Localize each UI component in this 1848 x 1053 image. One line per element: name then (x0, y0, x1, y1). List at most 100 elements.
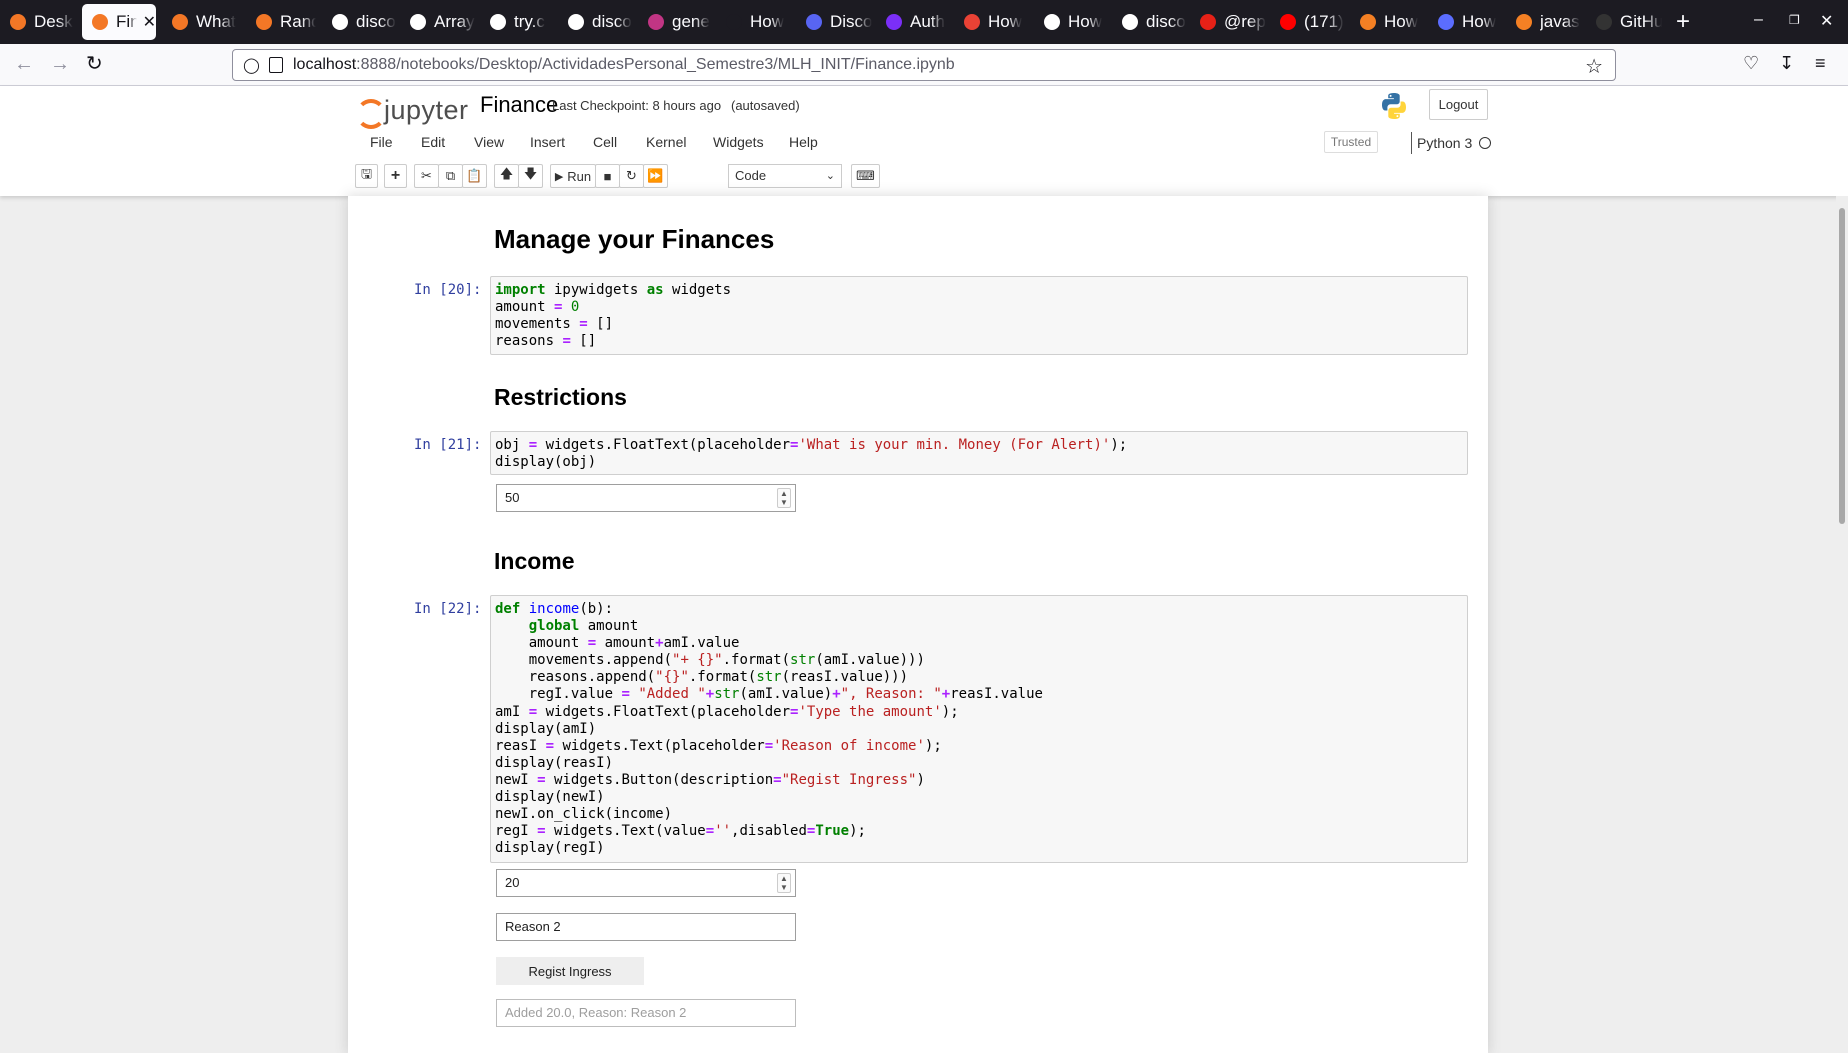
trusted-badge[interactable]: Trusted (1324, 131, 1378, 153)
tab-favicon-icon (332, 14, 348, 30)
stepper-icon[interactable]: ▲ ▼ (777, 488, 791, 508)
browser-tab[interactable]: How (716, 4, 792, 40)
cell-prompt: In [20]: (414, 282, 482, 298)
menu-help[interactable]: Help (789, 134, 818, 150)
keyboard-icon[interactable]: ⌨ (851, 164, 880, 188)
reason-value: Reason 2 (505, 919, 561, 934)
tab-title: Fin (116, 12, 137, 31)
tab-favicon-icon (726, 14, 742, 30)
jupyter-logo-text: jupyter (384, 94, 469, 125)
minimize-icon[interactable]: – (1754, 11, 1763, 29)
restart-icon[interactable]: ↻ (619, 164, 644, 188)
menu-bar: File Edit View Insert Cell Kernel Widget… (354, 128, 1494, 158)
jupyter-logo[interactable]: jupyter (356, 92, 469, 129)
tab-title: How (1384, 12, 1419, 31)
menu-insert[interactable]: Insert (530, 134, 565, 150)
tab-favicon-icon (1200, 14, 1216, 30)
copy-icon[interactable]: ⧉ (438, 164, 463, 188)
tab-title: Array (434, 12, 475, 31)
downloads-icon[interactable]: ↧ (1779, 53, 1794, 74)
run-button[interactable]: ▶ Run (550, 164, 596, 188)
pocket-icon[interactable]: ♡ (1743, 53, 1759, 74)
stepper-icon[interactable]: ▲ ▼ (777, 873, 791, 893)
min-money-input[interactable]: 50 ▲ ▼ (496, 484, 796, 512)
code-cell-imports[interactable]: import ipywidgets as widgets amount = 0 … (490, 276, 1468, 355)
browser-tab[interactable]: disco (558, 4, 634, 40)
shield-icon[interactable]: ◯ (243, 56, 260, 74)
tab-title: try.c (514, 12, 545, 31)
tab-title: javas (1540, 12, 1580, 31)
close-window-icon[interactable]: ✕ (1820, 11, 1833, 31)
tab-favicon-icon (10, 14, 26, 30)
move-up-icon[interactable]: 🡅 (494, 164, 519, 188)
menu-kernel[interactable]: Kernel (646, 134, 686, 150)
tab-title: Disco (830, 12, 872, 31)
kernel-name[interactable]: Python 3 (1417, 135, 1472, 151)
scrollbar-thumb[interactable] (1839, 208, 1845, 524)
browser-tab[interactable]: How (1350, 4, 1424, 40)
browser-tab[interactable]: What (162, 4, 238, 40)
browser-tab[interactable]: (171) (1270, 4, 1346, 40)
tab-title: disco (592, 12, 632, 31)
browser-tab[interactable]: disco (322, 4, 396, 40)
forward-icon[interactable]: → (50, 52, 70, 76)
restore-icon[interactable]: ❐ (1789, 13, 1800, 27)
regist-ingress-button[interactable]: Regist Ingress (496, 957, 644, 985)
bookmark-star-icon[interactable]: ☆ (1585, 54, 1603, 79)
tab-title: disco (1146, 12, 1186, 31)
tab-favicon-icon (1122, 14, 1138, 30)
notebook-name[interactable]: Finance (480, 92, 558, 118)
browser-tab[interactable]: Rand (246, 4, 316, 40)
cell-type-select[interactable]: Code ⌄ (728, 164, 842, 188)
save-icon[interactable]: 🖫 (355, 164, 378, 188)
restart-run-all-icon[interactable]: ⏩ (643, 164, 668, 188)
paste-icon[interactable]: 📋 (462, 164, 487, 188)
browser-tab[interactable]: Desk (0, 4, 78, 40)
browser-tab[interactable]: How (1034, 4, 1108, 40)
browser-tab[interactable]: Array (400, 4, 476, 40)
browser-tab[interactable]: javas (1506, 4, 1582, 40)
stop-icon[interactable]: ■ (595, 164, 620, 188)
tab-favicon-icon (1360, 14, 1376, 30)
browser-tab[interactable]: gene (638, 4, 712, 40)
min-money-value: 50 (505, 490, 520, 505)
cut-icon[interactable]: ✂ (414, 164, 439, 188)
code-cell-income[interactable]: def income(b): global amount amount = am… (490, 595, 1468, 863)
browser-tab[interactable]: Fin ✕ (82, 4, 156, 40)
menu-edit[interactable]: Edit (421, 134, 445, 150)
browser-tab[interactable]: How (1428, 4, 1504, 40)
tab-favicon-icon (1280, 14, 1296, 30)
move-down-icon[interactable]: 🡇 (518, 164, 543, 188)
tab-favicon-icon (1044, 14, 1060, 30)
add-cell-icon[interactable]: + (384, 164, 407, 188)
browser-tab[interactable]: Auth (876, 4, 950, 40)
amount-input[interactable]: 20 ▲ ▼ (496, 869, 796, 897)
url-bar[interactable]: ◯ localhost:8888/notebooks/Desktop/Activ… (232, 49, 1616, 81)
tab-favicon-icon (1516, 14, 1532, 30)
heading-manage-finances: Manage your Finances (494, 224, 775, 254)
back-icon[interactable]: ← (14, 52, 34, 76)
checkpoint-status: Last Checkpoint: 8 hours ago (552, 98, 722, 113)
menu-icon[interactable]: ≡ (1815, 53, 1826, 74)
browser-tab[interactable]: @rep (1190, 4, 1266, 40)
reload-icon[interactable]: ↻ (86, 52, 103, 76)
new-tab-button[interactable]: + (1676, 8, 1690, 36)
menu-cell[interactable]: Cell (593, 134, 617, 150)
page-icon (269, 57, 283, 73)
browser-tab[interactable]: try.c (480, 4, 554, 40)
menu-file[interactable]: File (370, 134, 393, 150)
kernel-separator (1411, 132, 1412, 154)
menu-view[interactable]: View (474, 134, 504, 150)
reason-input[interactable]: Reason 2 (496, 913, 796, 941)
tab-favicon-icon (648, 14, 664, 30)
tab-title: Desk (34, 12, 73, 31)
code-cell-restrictions[interactable]: obj = widgets.FloatText(placeholder='Wha… (490, 431, 1468, 475)
menu-widgets[interactable]: Widgets (713, 134, 764, 150)
logout-button[interactable]: Logout (1429, 89, 1488, 120)
browser-tab[interactable]: GitHu (1586, 4, 1662, 40)
tab-title: disco (356, 12, 396, 31)
browser-tab[interactable]: How (954, 4, 1030, 40)
browser-tab[interactable]: disco (1112, 4, 1188, 40)
browser-tab[interactable]: Disco (796, 4, 872, 40)
close-tab-icon[interactable]: ✕ (143, 12, 156, 32)
